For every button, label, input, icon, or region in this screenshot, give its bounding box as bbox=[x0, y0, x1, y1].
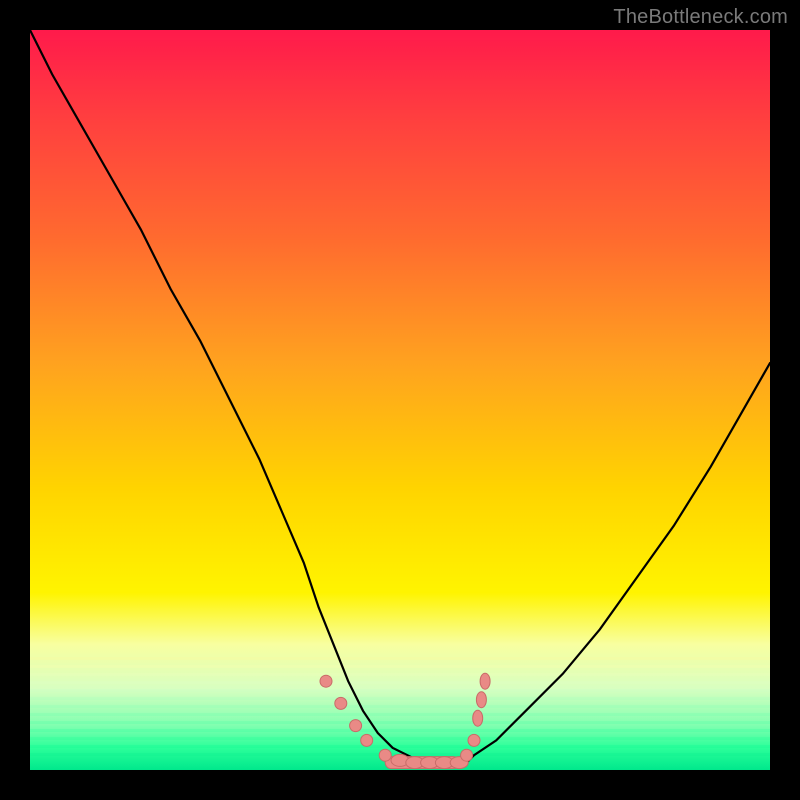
marker-dot bbox=[468, 734, 480, 746]
marker-dot bbox=[379, 749, 391, 761]
marker-dot bbox=[335, 697, 347, 709]
marker-dot bbox=[350, 720, 362, 732]
marker-dot bbox=[473, 710, 483, 726]
plot-area bbox=[30, 30, 770, 770]
watermark-text: TheBottleneck.com bbox=[613, 6, 788, 29]
chart-frame: TheBottleneck.com bbox=[0, 0, 800, 800]
bottleneck-curve bbox=[30, 30, 770, 763]
marker-dot bbox=[320, 675, 332, 687]
curve-svg bbox=[30, 30, 770, 770]
marker-dot bbox=[361, 734, 373, 746]
marker-dot bbox=[480, 673, 490, 689]
marker-dot bbox=[461, 749, 473, 761]
marker-dot bbox=[476, 692, 486, 708]
